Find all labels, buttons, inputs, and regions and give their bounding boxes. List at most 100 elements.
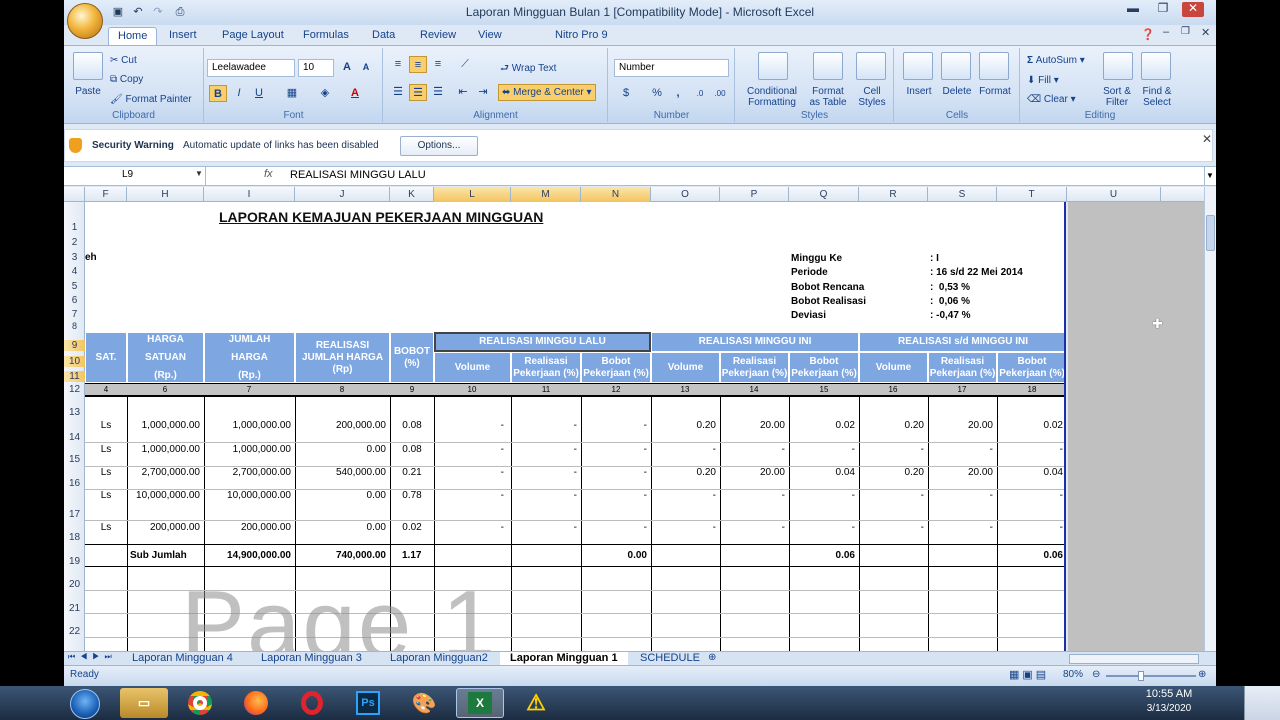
row-header[interactable]: 4 <box>64 266 85 277</box>
column-header[interactable]: I <box>204 187 295 202</box>
format-cells-button[interactable]: Format <box>975 86 1015 97</box>
function-icon[interactable]: fx <box>264 168 273 180</box>
row-header[interactable]: 1 <box>64 222 85 233</box>
align-center-icon[interactable]: ☰ <box>409 84 427 101</box>
view-buttons-icon[interactable]: ▦▣▤ <box>1009 668 1049 681</box>
copy-button[interactable]: ⧉ Copy <box>110 74 143 85</box>
photoshop-icon[interactable]: Ps <box>344 688 392 718</box>
increase-indent-icon[interactable]: ⇥ <box>474 84 492 101</box>
percent-button[interactable]: % <box>648 85 666 102</box>
warning-app-icon[interactable]: ⚠ <box>512 688 560 718</box>
row-header[interactable]: 10 <box>64 356 85 367</box>
horizontal-scrollbar[interactable] <box>1069 654 1199 664</box>
font-name-select[interactable]: Leelawadee <box>207 59 295 77</box>
zoom-out-icon[interactable]: ⊖ <box>1092 669 1100 680</box>
row-header[interactable]: 14 <box>64 432 85 443</box>
close-icon[interactable]: ✕ <box>1182 2 1204 17</box>
row-header[interactable]: 17 <box>64 509 85 520</box>
cell-styles-button[interactable]: Cell Styles <box>852 86 892 108</box>
sort-filter-icon[interactable] <box>1103 52 1133 80</box>
paste-button[interactable]: Paste <box>70 86 106 97</box>
paint-icon[interactable]: 🎨 <box>400 688 448 718</box>
expand-formula-bar-icon[interactable]: ▼ <box>1204 167 1215 185</box>
vertical-scrollbar[interactable] <box>1204 187 1216 651</box>
underline-button[interactable]: U <box>250 85 268 102</box>
chrome-icon[interactable] <box>176 688 224 718</box>
row-header[interactable]: 2 <box>64 237 85 248</box>
show-desktop-button[interactable] <box>1244 686 1280 720</box>
row-header[interactable]: 22 <box>64 626 85 637</box>
delete-cells-button[interactable]: Delete <box>937 86 977 97</box>
worksheet[interactable]: LAPORAN KEMAJUAN PEKERJAAN MINGGUAN eh M… <box>85 202 1066 651</box>
number-format-select[interactable]: Number <box>614 59 729 77</box>
column-header[interactable]: M <box>511 187 581 202</box>
font-size-select[interactable]: 10 <box>298 59 334 77</box>
zoom-slider-thumb[interactable] <box>1138 671 1144 681</box>
conditional-formatting-icon[interactable] <box>758 52 788 80</box>
column-header[interactable]: K <box>390 187 434 202</box>
merge-center-button[interactable]: ⬌ Merge & Center ▾ <box>498 84 596 101</box>
row-header[interactable]: 21 <box>64 603 85 614</box>
column-header[interactable]: U <box>1067 187 1161 202</box>
column-header[interactable]: L <box>434 187 511 202</box>
align-top-icon[interactable]: ≡ <box>389 56 407 73</box>
restore-icon[interactable]: ❐ <box>1152 2 1174 17</box>
row-header[interactable]: 8 <box>64 321 85 331</box>
column-header[interactable]: T <box>997 187 1067 202</box>
row-header[interactable]: 11 <box>64 371 85 382</box>
align-bottom-icon[interactable]: ≡ <box>429 56 447 73</box>
autosum-button[interactable]: Σ AutoSum ▾ <box>1027 55 1085 66</box>
row-header[interactable]: 19 <box>64 556 85 567</box>
grow-font-icon[interactable]: A <box>338 59 356 76</box>
font-color-icon[interactable]: A <box>346 85 364 102</box>
tab-home[interactable]: Home <box>108 27 158 46</box>
formula-input[interactable]: REALISASI MINGGU LALU <box>290 169 426 181</box>
tab-review[interactable]: Review <box>411 27 465 46</box>
sheet-tab-active[interactable]: Laporan Mingguan 1 <box>500 652 628 666</box>
ribbon-restore-icon[interactable]: ❐ <box>1181 26 1190 37</box>
name-box[interactable]: L9 <box>64 167 206 185</box>
file-explorer-icon[interactable]: ▭ <box>120 688 168 718</box>
row-header[interactable]: 16 <box>64 478 85 489</box>
bold-button[interactable]: B <box>209 85 227 102</box>
tab-view[interactable]: View <box>469 27 511 46</box>
cell-styles-icon[interactable] <box>856 52 886 80</box>
align-middle-icon[interactable]: ≡ <box>409 56 427 73</box>
align-right-icon[interactable]: ☰ <box>429 84 447 101</box>
select-all-corner[interactable] <box>64 187 85 202</box>
find-select-button[interactable]: Find & Select <box>1137 86 1177 108</box>
row-header[interactable]: 6 <box>64 295 85 306</box>
insert-sheet-icon[interactable]: ⊕ <box>708 652 716 663</box>
row-header[interactable]: 9 <box>64 340 85 351</box>
column-header[interactable]: Q <box>789 187 859 202</box>
wrap-text-button[interactable]: ⮐ Wrap Text <box>500 61 556 78</box>
delete-cells-icon[interactable] <box>941 52 971 80</box>
zoom-slider[interactable] <box>1106 675 1196 677</box>
clock-date[interactable]: 3/13/2020 <box>1134 703 1204 714</box>
paste-icon[interactable] <box>73 52 103 80</box>
tab-formulas[interactable]: Formulas <box>294 27 358 46</box>
security-close-icon[interactable]: ✕ <box>1202 132 1212 146</box>
column-header[interactable]: R <box>859 187 928 202</box>
sheet-tab[interactable]: SCHEDULE <box>630 652 710 666</box>
tab-insert[interactable]: Insert <box>160 27 206 46</box>
row-header[interactable]: 18 <box>64 532 85 543</box>
conditional-formatting-button[interactable]: Conditional Formatting <box>741 86 803 108</box>
sheet-nav-arrows-icon[interactable]: ⏮◀▶⏭ <box>68 652 117 662</box>
tab-data[interactable]: Data <box>363 27 404 46</box>
format-table-button[interactable]: Format as Table <box>804 86 852 108</box>
row-header[interactable]: 20 <box>64 579 85 590</box>
insert-cells-icon[interactable] <box>903 52 933 80</box>
italic-button[interactable]: I <box>230 85 248 102</box>
excel-icon[interactable]: X <box>456 688 504 718</box>
increase-decimal-icon[interactable]: .0 <box>691 85 709 102</box>
column-header[interactable]: F <box>85 187 127 202</box>
sheet-tab[interactable]: Laporan Mingguan2 <box>380 652 498 666</box>
sheet-tab[interactable]: Laporan Mingguan 4 <box>122 652 243 666</box>
workbook-close-icon[interactable]: ✕ <box>1201 26 1210 39</box>
row-header[interactable]: 12 <box>64 384 85 395</box>
firefox-icon[interactable] <box>232 688 280 718</box>
row-header[interactable]: 3 <box>64 252 85 263</box>
security-options-button[interactable]: Options... <box>400 136 478 156</box>
name-box-dropdown-icon[interactable]: ▼ <box>195 169 203 178</box>
